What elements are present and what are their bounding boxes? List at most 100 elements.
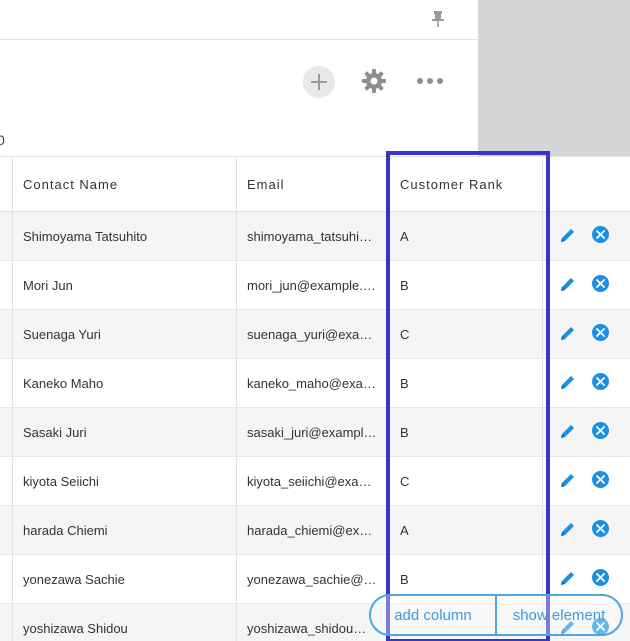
cell-contact-name: Kaneko Maho: [12, 359, 237, 407]
email-text: yoshizawa_shidou…: [247, 620, 367, 636]
email-text: sasaki_juri@exampl…: [247, 424, 377, 440]
pencil-icon[interactable]: [559, 373, 577, 391]
table-row[interactable]: Sasaki Juri sasaki_juri@exampl… B: [0, 408, 630, 457]
pencil-icon[interactable]: [559, 520, 577, 538]
add-column-button[interactable]: add column: [371, 596, 495, 634]
plus-icon: [311, 74, 327, 90]
cell-contact-name: yoshizawa Shidou: [12, 604, 237, 641]
cell-customer-rank: C: [389, 310, 542, 358]
column-header-customer-rank[interactable]: Customer Rank: [389, 157, 542, 212]
cell-email: kiyota_seiichi@exa…: [236, 457, 388, 505]
cell-customer-rank: A: [389, 212, 542, 260]
pencil-icon[interactable]: [559, 422, 577, 440]
close-glyph: [596, 377, 605, 386]
header-actions: [0, 41, 478, 127]
close-glyph: [596, 426, 605, 435]
cell-email: yoshizawa_shidou…: [236, 604, 388, 641]
cell-row-actions: [542, 506, 630, 554]
table-row[interactable]: Kaneko Maho kaneko_maho@exa… B: [0, 359, 630, 408]
settings-button[interactable]: [360, 67, 388, 95]
customer-rank-text: B: [400, 424, 409, 440]
pin-icon[interactable]: [430, 10, 446, 28]
cell-email: kaneko_maho@exa…: [236, 359, 388, 407]
close-glyph: [596, 475, 605, 484]
cell-customer-rank: C: [389, 457, 542, 505]
close-glyph: [596, 279, 605, 288]
table-row[interactable]: harada Chiemi harada_chiemi@ex… A: [0, 506, 630, 555]
cell-email: suenaga_yuri@exa…: [236, 310, 388, 358]
close-circle-icon[interactable]: [592, 569, 609, 586]
show-element-button[interactable]: show element: [497, 596, 621, 634]
table-row[interactable]: kiyota Seiichi kiyota_seiichi@exa… C: [0, 457, 630, 506]
cell-customer-rank: A: [389, 506, 542, 554]
email-text: yonezawa_sachie@…: [247, 571, 377, 587]
cell-contact-name: Sasaki Juri: [12, 408, 237, 456]
close-circle-icon[interactable]: [592, 226, 609, 243]
table-row[interactable]: Suenaga Yuri suenaga_yuri@exa… C: [0, 310, 630, 359]
contact-name-text: Shimoyama Tatsuhito: [23, 228, 148, 244]
contact-name-text: Kaneko Maho: [23, 375, 104, 391]
cell-contact-name: Shimoyama Tatsuhito: [12, 212, 237, 260]
close-circle-icon[interactable]: [592, 275, 609, 292]
email-text: suenaga_yuri@exa…: [247, 326, 373, 342]
contact-name-text: Sasaki Juri: [23, 424, 87, 440]
cell-row-actions: [542, 310, 630, 358]
app-page: 0 Contact Name Email Customer Rank Shimo…: [0, 0, 630, 641]
cell-customer-rank: B: [389, 261, 542, 309]
column-header-contact-name[interactable]: Contact Name: [12, 157, 237, 212]
cell-contact-name: kiyota Seiichi: [12, 457, 237, 505]
cell-contact-name: Suenaga Yuri: [12, 310, 237, 358]
customer-rank-text: A: [400, 228, 409, 244]
side-panel: [478, 0, 630, 157]
close-circle-icon[interactable]: [592, 373, 609, 390]
table-row[interactable]: Shimoyama Tatsuhito shimoyama_tatsuhi… A: [0, 212, 630, 261]
email-text: kiyota_seiichi@exa…: [247, 473, 372, 489]
top-bar: [0, 0, 478, 40]
table-header: Contact Name Email Customer Rank: [0, 157, 630, 212]
close-circle-icon[interactable]: [592, 471, 609, 488]
cell-row-actions: [542, 359, 630, 407]
email-text: mori_jun@example.…: [247, 277, 376, 293]
cell-email: mori_jun@example.…: [236, 261, 388, 309]
cell-row-actions: [542, 457, 630, 505]
cell-email: harada_chiemi@ex…: [236, 506, 388, 554]
pencil-icon[interactable]: [559, 471, 577, 489]
floating-action-pill: add column show element: [369, 594, 623, 636]
close-glyph: [596, 328, 605, 337]
pencil-icon[interactable]: [559, 226, 577, 244]
contact-name-text: Suenaga Yuri: [23, 326, 101, 342]
cell-contact-name: harada Chiemi: [12, 506, 237, 554]
contact-name-text: yonezawa Sachie: [23, 571, 125, 587]
close-glyph: [596, 524, 605, 533]
pencil-icon[interactable]: [559, 275, 577, 293]
customer-rank-text: B: [400, 571, 409, 587]
contact-name-text: kiyota Seiichi: [23, 473, 99, 489]
table-row[interactable]: Mori Jun mori_jun@example.… B: [0, 261, 630, 310]
more-options-button[interactable]: [414, 67, 446, 95]
cell-row-actions: [542, 408, 630, 456]
close-circle-icon[interactable]: [592, 324, 609, 341]
cell-customer-rank: B: [389, 408, 542, 456]
customer-rank-text: C: [400, 473, 410, 489]
cell-email: sasaki_juri@exampl…: [236, 408, 388, 456]
cell-contact-name: Mori Jun: [12, 261, 237, 309]
cell-email: shimoyama_tatsuhi…: [236, 212, 388, 260]
close-circle-icon[interactable]: [592, 422, 609, 439]
column-header-email[interactable]: Email: [236, 157, 388, 212]
email-text: harada_chiemi@ex…: [247, 522, 373, 538]
close-circle-icon[interactable]: [592, 520, 609, 537]
gear-icon: [362, 69, 386, 93]
cell-row-actions: [542, 261, 630, 309]
close-glyph: [596, 230, 605, 239]
pencil-icon[interactable]: [559, 324, 577, 342]
add-record-button[interactable]: [303, 66, 335, 98]
customer-rank-text: A: [400, 522, 409, 538]
records-table: Contact Name Email Customer Rank Shimoya…: [0, 157, 630, 641]
column-header-actions: [542, 157, 630, 212]
table-body: Shimoyama Tatsuhito shimoyama_tatsuhi… A Mo…: [0, 212, 630, 641]
customer-rank-text: C: [400, 326, 410, 342]
contact-name-text: yoshizawa Shidou: [23, 620, 128, 636]
cell-customer-rank: B: [389, 359, 542, 407]
pencil-icon[interactable]: [559, 569, 577, 587]
contact-name-text: Mori Jun: [23, 277, 73, 293]
